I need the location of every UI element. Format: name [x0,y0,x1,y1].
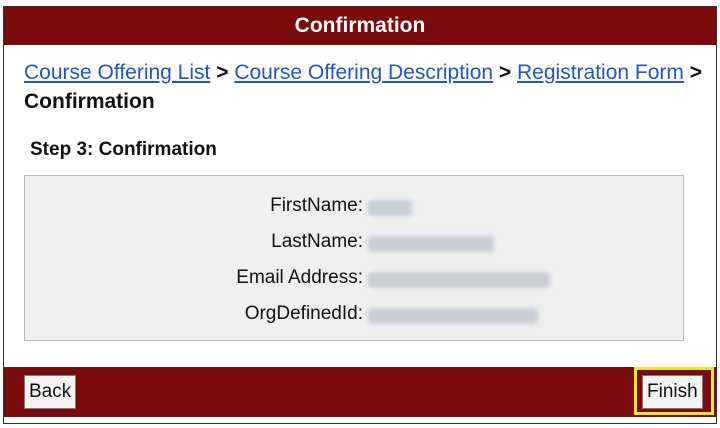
action-bar: Back Finish [4,367,716,417]
field-label: OrgDefinedId: [244,303,363,324]
field-value-redacted [368,308,538,324]
breadcrumb-separator: > [689,61,703,84]
field-row-firstname: FirstName: [25,192,683,222]
field-label: FirstName: [270,195,363,216]
finish-button[interactable]: Finish [642,375,703,409]
breadcrumb-link-course-offering-description[interactable]: Course Offering Description [234,61,493,84]
registration-summary: FirstName: LastName: Email Address: OrgD… [24,175,684,341]
field-row-lastname: LastName: [25,228,683,258]
breadcrumb-separator: > [216,61,229,84]
field-value-redacted [368,236,494,252]
field-value-redacted [368,272,550,288]
panel-header: Confirmation [4,7,716,45]
field-label: Email Address: [236,267,363,288]
field-row-orgdefinedid: OrgDefinedId: [25,300,683,330]
breadcrumb-current: Confirmation [24,90,155,113]
step-title: Step 3: Confirmation [30,139,217,160]
confirmation-panel: Confirmation Course Offering List > Cour… [3,6,717,424]
back-button[interactable]: Back [24,375,77,409]
panel-title: Confirmation [294,14,426,37]
field-value-redacted [368,200,412,216]
breadcrumb-link-registration-form[interactable]: Registration Form [517,61,684,84]
breadcrumb: Course Offering List > Course Offering D… [24,58,706,116]
breadcrumb-link-course-offering-list[interactable]: Course Offering List [24,61,210,84]
field-row-email: Email Address: [25,264,683,294]
field-label: LastName: [271,231,363,252]
finish-highlight-box: Finish [634,367,714,415]
breadcrumb-separator: > [498,61,512,84]
